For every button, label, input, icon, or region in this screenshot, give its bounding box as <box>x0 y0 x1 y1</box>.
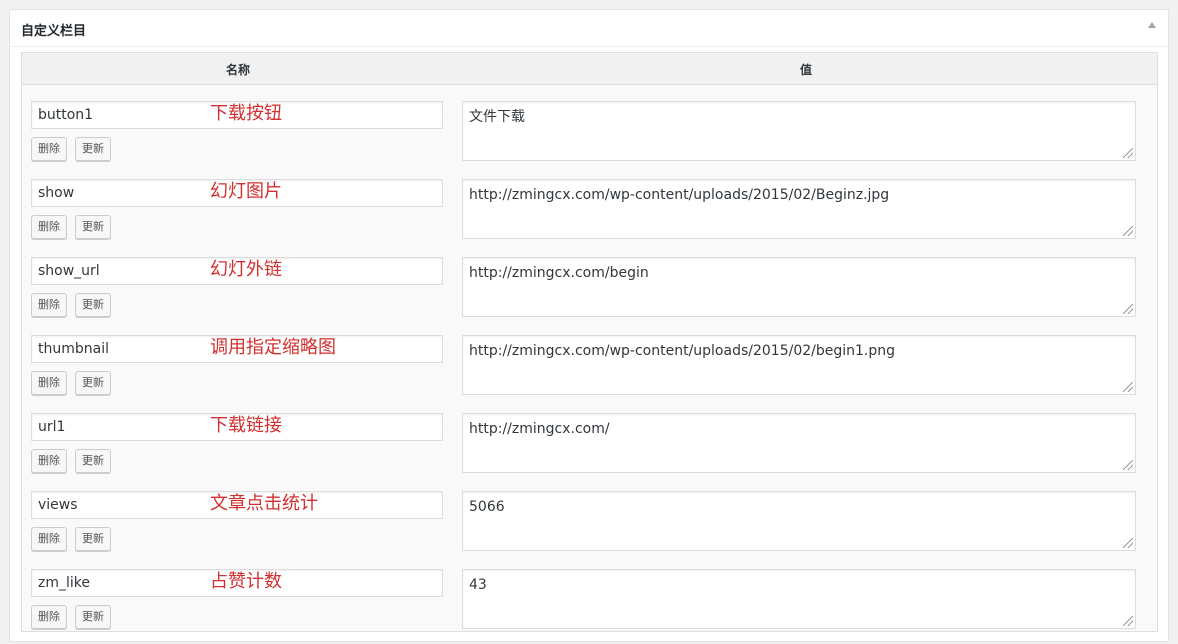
delete-button[interactable]: 删除 <box>31 605 67 629</box>
resize-handle-icon[interactable] <box>1123 616 1133 626</box>
table-row: 调用指定缩略图 删除 更新 http://zmingcx.com/wp-cont… <box>22 327 1157 405</box>
update-button[interactable]: 更新 <box>75 371 111 395</box>
field-value-textarea[interactable]: 43 <box>462 569 1136 629</box>
field-key-input[interactable] <box>31 101 443 129</box>
metabox-header[interactable]: 自定义栏目 <box>10 10 1168 47</box>
resize-handle-icon[interactable] <box>1123 148 1133 158</box>
delete-button[interactable]: 删除 <box>31 293 67 317</box>
field-value-text: 43 <box>469 577 487 593</box>
update-button[interactable]: 更新 <box>75 215 111 239</box>
field-value-text: http://zmingcx.com/ <box>469 421 610 437</box>
update-button[interactable]: 更新 <box>75 449 111 473</box>
update-button[interactable]: 更新 <box>75 605 111 629</box>
table-row: 占赞计数 删除 更新 43 <box>22 561 1157 639</box>
triangle-up-icon[interactable] <box>1148 22 1156 28</box>
field-value-text: 文件下载 <box>469 109 525 125</box>
field-value-text: http://zmingcx.com/wp-content/uploads/20… <box>469 343 896 359</box>
field-value-text: http://zmingcx.com/begin <box>469 265 649 281</box>
delete-button[interactable]: 删除 <box>31 137 67 161</box>
delete-button[interactable]: 删除 <box>31 527 67 551</box>
field-value-textarea[interactable]: http://zmingcx.com/begin <box>462 257 1136 317</box>
custom-fields-metabox: 自定义栏目 名称 值 下载按钮 删除 更新 文件下载 幻灯图片 删除 更新 ht… <box>9 9 1169 642</box>
resize-handle-icon[interactable] <box>1123 304 1133 314</box>
table-row: 下载链接 删除 更新 http://zmingcx.com/ <box>22 405 1157 483</box>
delete-button[interactable]: 删除 <box>31 371 67 395</box>
resize-handle-icon[interactable] <box>1123 460 1133 470</box>
table-row: 下载按钮 删除 更新 文件下载 <box>22 93 1157 171</box>
field-value-text: 5066 <box>469 499 505 515</box>
field-value-textarea[interactable]: 文件下载 <box>462 101 1136 161</box>
field-value-text: http://zmingcx.com/wp-content/uploads/20… <box>469 187 890 203</box>
delete-button[interactable]: 删除 <box>31 215 67 239</box>
resize-handle-icon[interactable] <box>1123 538 1133 548</box>
custom-fields-table: 名称 值 下载按钮 删除 更新 文件下载 幻灯图片 删除 更新 http://z… <box>21 52 1158 632</box>
column-header-value: 值 <box>800 63 813 77</box>
field-key-input[interactable] <box>31 491 443 519</box>
table-row: 幻灯外链 删除 更新 http://zmingcx.com/begin <box>22 249 1157 327</box>
field-key-input[interactable] <box>31 413 443 441</box>
table-row: 文章点击统计 删除 更新 5066 <box>22 483 1157 561</box>
update-button[interactable]: 更新 <box>75 137 111 161</box>
update-button[interactable]: 更新 <box>75 293 111 317</box>
field-value-textarea[interactable]: 5066 <box>462 491 1136 551</box>
field-key-input[interactable] <box>31 179 443 207</box>
table-row: 幻灯图片 删除 更新 http://zmingcx.com/wp-content… <box>22 171 1157 249</box>
table-header: 名称 值 <box>22 53 1157 85</box>
metabox-title: 自定义栏目 <box>21 24 87 39</box>
resize-handle-icon[interactable] <box>1123 382 1133 392</box>
field-key-input[interactable] <box>31 257 443 285</box>
update-button[interactable]: 更新 <box>75 527 111 551</box>
field-value-textarea[interactable]: http://zmingcx.com/wp-content/uploads/20… <box>462 335 1136 395</box>
field-value-textarea[interactable]: http://zmingcx.com/ <box>462 413 1136 473</box>
field-key-input[interactable] <box>31 335 443 363</box>
resize-handle-icon[interactable] <box>1123 226 1133 236</box>
field-key-input[interactable] <box>31 569 443 597</box>
delete-button[interactable]: 删除 <box>31 449 67 473</box>
column-header-name: 名称 <box>226 63 251 77</box>
field-value-textarea[interactable]: http://zmingcx.com/wp-content/uploads/20… <box>462 179 1136 239</box>
